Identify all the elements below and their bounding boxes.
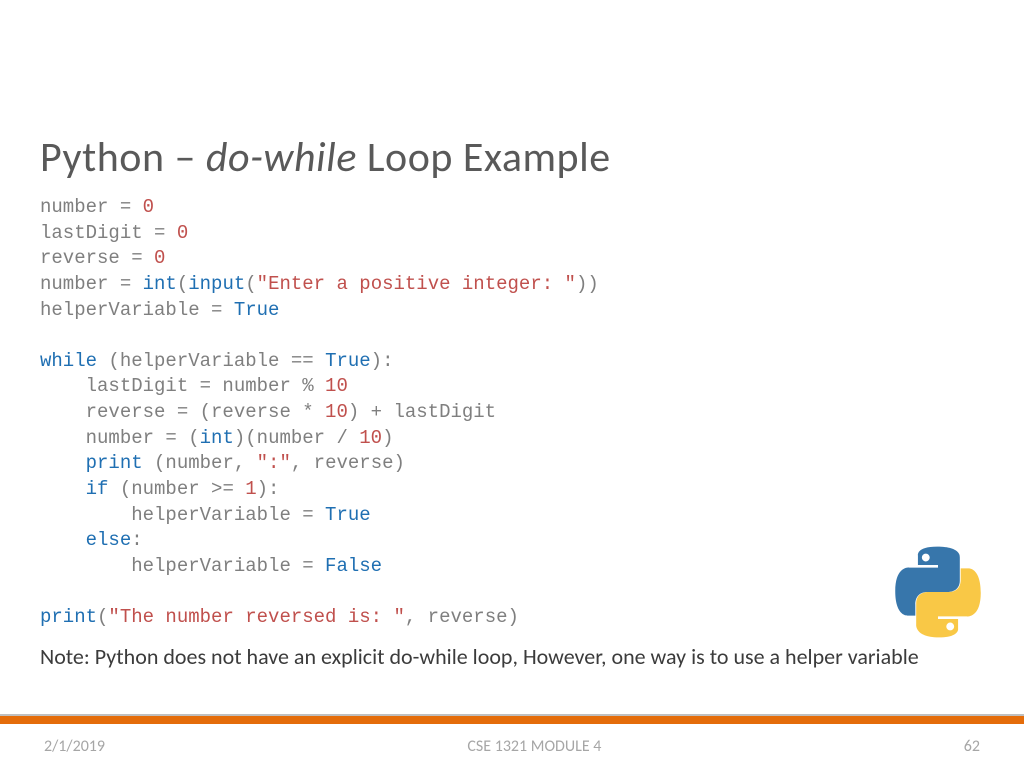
footer-module: CSE 1321 MODULE 4 — [467, 737, 601, 756]
python-logo-icon — [890, 544, 986, 640]
note-text: Note: Python does not have an explicit d… — [40, 643, 984, 671]
slide-title: Python – do-while Loop Example — [40, 132, 984, 183]
title-italic: do-while — [206, 132, 357, 183]
title-pre: Python – — [40, 132, 206, 183]
footer-page: 62 — [964, 737, 980, 756]
code-block: number = 0 lastDigit = 0 reverse = 0 num… — [40, 195, 984, 631]
footer: 2/1/2019 CSE 1321 MODULE 4 62 — [0, 724, 1024, 768]
footer-date: 2/1/2019 — [44, 737, 105, 756]
slide: Python – do-while Loop Example number = … — [0, 0, 1024, 768]
footer-accent-bar — [0, 714, 1024, 724]
title-post: Loop Example — [357, 132, 611, 183]
